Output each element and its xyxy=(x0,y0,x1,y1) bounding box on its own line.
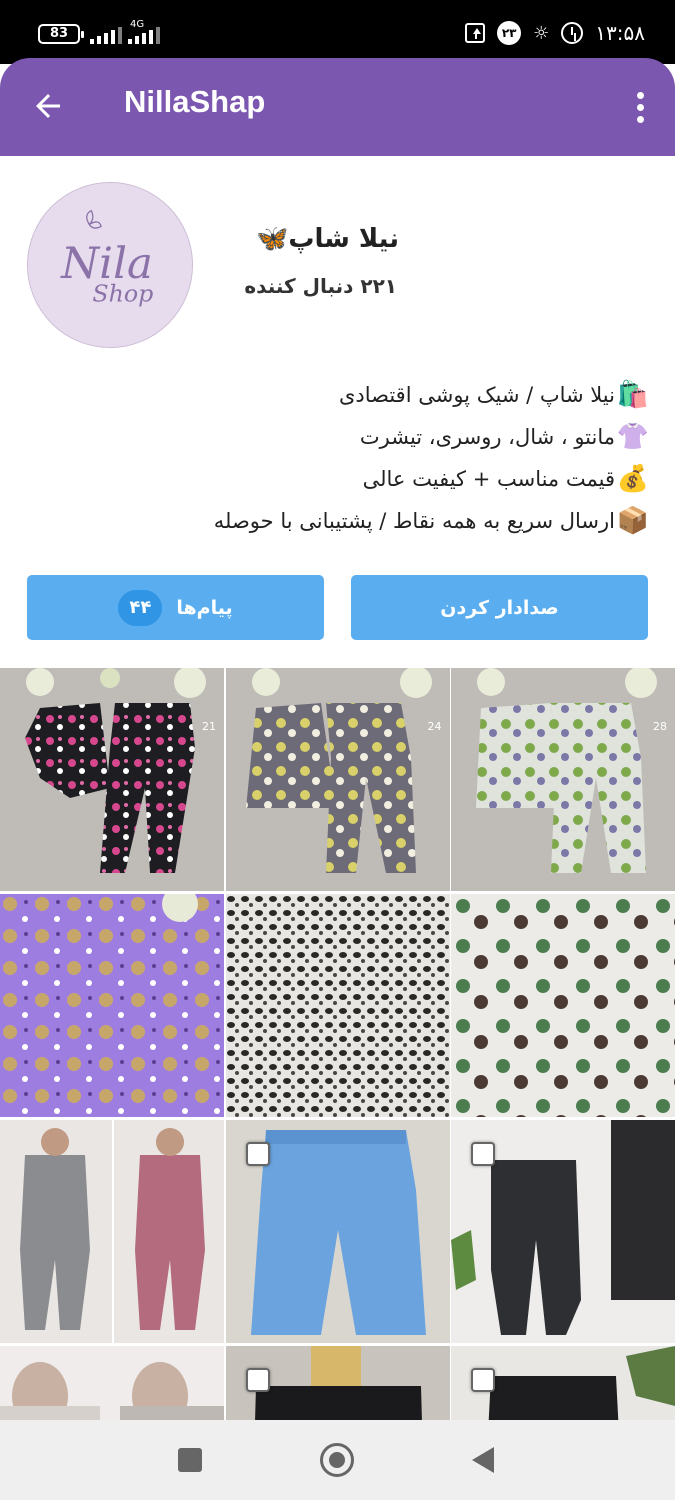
notification-count: ۲۳ xyxy=(497,21,522,45)
media-thumbnail[interactable] xyxy=(0,1120,224,1343)
media-thumbnail[interactable] xyxy=(225,1346,450,1420)
bio-line: 📦 ارسال سریع به همه نقاط / پشتیبانی با ح… xyxy=(29,500,649,542)
avatar[interactable]: Nila Shop xyxy=(27,182,193,348)
messages-count-badge: ۴۴ xyxy=(118,589,163,626)
package-icon: 📦 xyxy=(616,506,649,536)
media-grid: 21 24 28 xyxy=(0,668,675,1420)
clock: ۱۳:۵۸ xyxy=(595,21,645,45)
bio-text: قیمت مناسب + کیفیت عالی xyxy=(362,467,615,491)
shopping-bags-icon: 🛍️ xyxy=(616,380,649,410)
item-number: 24 xyxy=(427,720,442,733)
bio-line: 🛍️ نیلا شاپ / شیک پوشی اقتصادی xyxy=(29,374,649,416)
select-checkbox[interactable] xyxy=(245,1368,270,1392)
page-name: نیلا شاپ🦋 xyxy=(256,224,399,254)
bio-text: نیلا شاپ / شیک پوشی اقتصادی xyxy=(338,383,615,407)
signal-icon xyxy=(90,26,122,44)
media-thumbnail[interactable]: 21 xyxy=(0,668,224,891)
money-bag-icon: 💰 xyxy=(616,464,649,494)
messages-button[interactable]: پیام‌ها ۴۴ xyxy=(27,575,324,640)
unmute-button[interactable]: صدادار کردن xyxy=(351,575,648,640)
messages-label: پیام‌ها xyxy=(176,596,233,619)
status-bar: 83 4G ۲۳ ☼ ۱۳:۵۸ xyxy=(0,0,675,64)
media-thumbnail[interactable] xyxy=(451,1120,675,1343)
avatar-text-shop: Shop xyxy=(92,280,153,308)
media-thumbnail[interactable] xyxy=(225,1120,450,1343)
select-checkbox[interactable] xyxy=(245,1142,270,1166)
media-thumbnail[interactable] xyxy=(451,1346,675,1420)
back-triangle-icon[interactable] xyxy=(472,1447,494,1473)
bio-text: مانتو ، شال، روسری، تیشرت xyxy=(359,425,615,449)
avatar-logo: Nila Shop xyxy=(28,183,192,347)
recents-icon[interactable] xyxy=(178,1448,202,1472)
item-number: 21 xyxy=(202,720,216,733)
media-thumbnail[interactable] xyxy=(0,894,224,1117)
bio-line: 💰 قیمت مناسب + کیفیت عالی xyxy=(29,458,649,500)
alarm-icon xyxy=(561,22,584,44)
media-thumbnail[interactable] xyxy=(451,894,675,1117)
signal-2-icon xyxy=(128,26,160,44)
bio: 🛍️ نیلا شاپ / شیک پوشی اقتصادی 👚 مانتو ،… xyxy=(29,374,649,542)
media-thumbnail[interactable]: 28 xyxy=(451,668,675,891)
more-options-icon[interactable] xyxy=(637,92,645,123)
item-number: 28 xyxy=(653,720,667,733)
follower-count: ۲۲۱ دنبال کننده xyxy=(244,274,397,298)
blouse-icon: 👚 xyxy=(616,422,649,452)
media-thumbnail[interactable] xyxy=(0,1346,224,1420)
upload-icon xyxy=(465,23,486,43)
select-checkbox[interactable] xyxy=(471,1368,495,1392)
media-thumbnail[interactable] xyxy=(225,894,450,1117)
app-title: NillaShap xyxy=(124,84,266,119)
back-arrow-icon[interactable] xyxy=(30,88,66,124)
bio-line: 👚 مانتو ، شال، روسری، تیشرت xyxy=(29,416,649,458)
bio-text: ارسال سریع به همه نقاط / پشتیبانی با حوص… xyxy=(213,509,615,533)
battery-icon: 83 xyxy=(38,24,84,44)
app-bar: NillaShap xyxy=(0,58,675,156)
home-icon[interactable] xyxy=(320,1443,354,1477)
system-nav-bar xyxy=(0,1420,675,1500)
media-thumbnail[interactable]: 24 xyxy=(225,668,450,891)
sunset-icon: ☼ xyxy=(533,22,550,44)
select-checkbox[interactable] xyxy=(471,1142,495,1166)
